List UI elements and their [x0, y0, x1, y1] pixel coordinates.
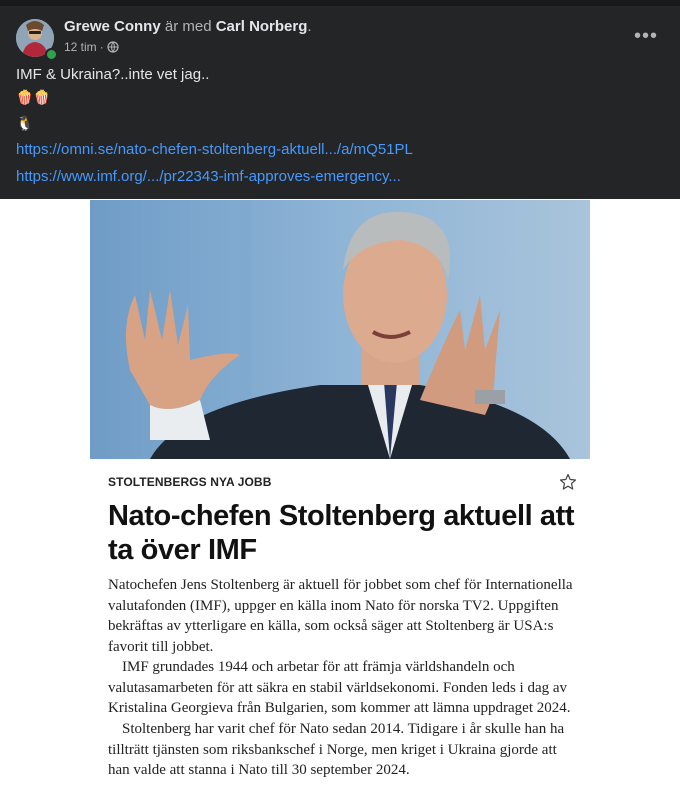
article-paragraph-1: Natochefen Jens Stoltenberg är aktuell f…	[108, 577, 573, 655]
tagged-person[interactable]: Carl Norberg	[216, 18, 308, 35]
more-options-button[interactable]: •••	[630, 24, 662, 48]
with-text: är med	[164, 18, 212, 35]
article-paragraph-3: Stoltenberg har varit chef för Nato seda…	[108, 721, 565, 778]
popcorn-emoji: 🍿🍿	[16, 89, 51, 105]
card-edge	[0, 0, 680, 6]
post-meta: 12 tim ·	[64, 40, 119, 54]
penguin-emoji: 🐧	[16, 115, 34, 131]
article-headline: Nato-chefen Stoltenberg aktuell att ta ö…	[108, 500, 575, 566]
article-paragraph-2: IMF grundades 1944 och arbetar för att f…	[108, 659, 571, 716]
article-photo[interactable]	[90, 200, 590, 459]
article-kicker: STOLTENBERGS NYA JOBB	[108, 475, 272, 489]
facebook-post: Grewe Conny är med Carl Norberg. 12 tim …	[0, 0, 680, 199]
article-card: STOLTENBERGS NYA JOBB Nato-chefen Stolte…	[90, 459, 590, 788]
star-icon[interactable]	[559, 473, 577, 491]
meta-separator: ·	[99, 40, 104, 54]
globe-icon[interactable]	[107, 41, 119, 53]
header-period: .	[307, 18, 312, 35]
author-name[interactable]: Grewe Conny	[64, 18, 161, 35]
omni-link[interactable]: https://omni.se/nato-chefen-stoltenberg-…	[16, 141, 413, 158]
post-header: Grewe Conny är med Carl Norberg.	[64, 18, 312, 35]
post-text: IMF & Ukraina?..inte vet jag..	[16, 66, 210, 83]
post-time[interactable]: 12 tim	[64, 40, 97, 54]
imf-link[interactable]: https://www.imf.org/.../pr22343-imf-appr…	[16, 168, 401, 185]
online-status-dot	[45, 48, 58, 61]
